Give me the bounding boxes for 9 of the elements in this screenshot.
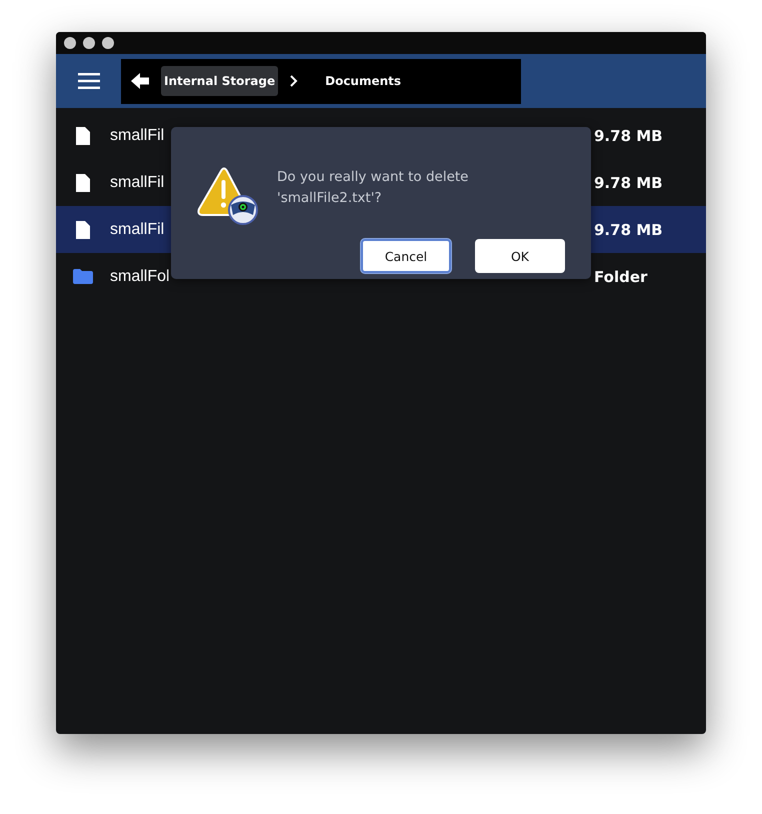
dialog-message: Do you really want to delete 'smallFile2.txt'?	[277, 168, 470, 208]
file-size: 9.78 MB	[594, 220, 664, 238]
file-name: smallFil	[110, 220, 164, 238]
file-size: 9.78 MB	[594, 126, 664, 144]
file-name: smallFil	[110, 174, 164, 192]
file-size: 9.78 MB	[594, 174, 664, 192]
file-name: smallFil	[110, 126, 164, 144]
file-name: smallFol	[110, 268, 170, 286]
file-size: Folder	[594, 268, 648, 286]
